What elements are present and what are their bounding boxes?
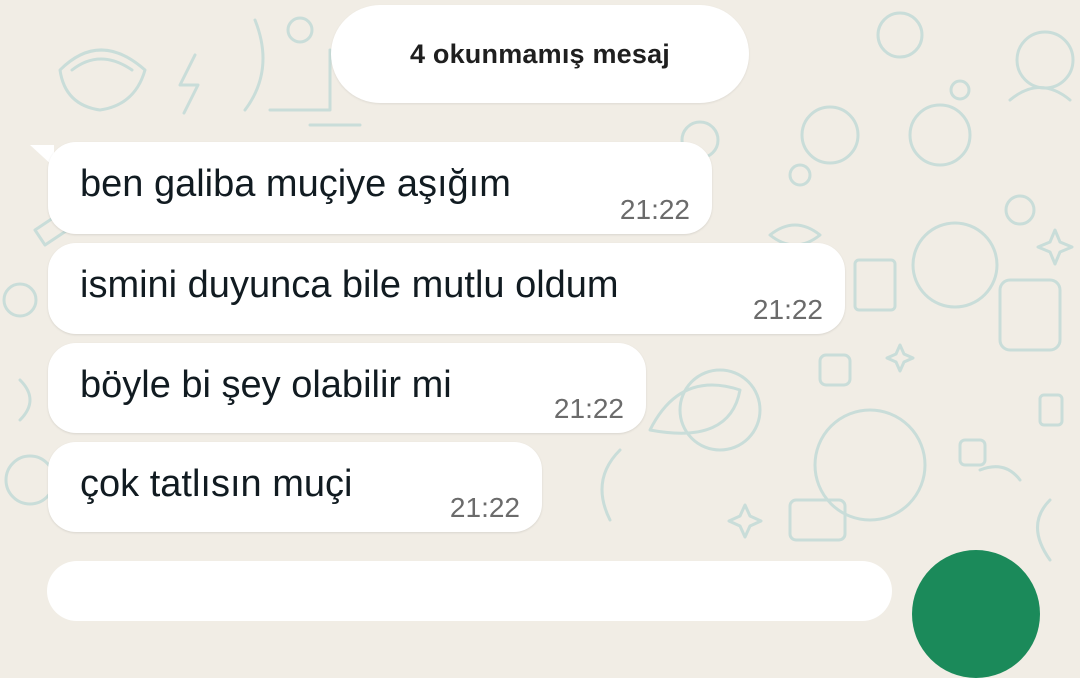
message-bubble[interactable]: ismini duyunca bile mutlu oldum 21:22	[48, 243, 845, 334]
message-bubble[interactable]: böyle bi şey olabilir mi 21:22	[48, 343, 646, 433]
message-text: ismini duyunca bile mutlu oldum	[80, 264, 619, 306]
message-text: ben galiba muçiye aşığım	[80, 163, 511, 205]
message-time: 21:22	[752, 294, 823, 325]
message-time: 21:22	[553, 393, 624, 424]
message-input-bar[interactable]	[47, 561, 892, 621]
unread-messages-label: 4 okunmamış mesaj	[409, 38, 671, 69]
message-bubble[interactable]: çok tatlısın muçi 21:22	[48, 442, 542, 532]
message-text: böyle bi şey olabilir mi	[80, 364, 452, 406]
message-time: 21:22	[619, 194, 690, 225]
message-bubble[interactable]: ben galiba muçiye aşığım 21:22	[48, 142, 712, 234]
message-text: çok tatlısın muçi	[80, 463, 353, 505]
message-time: 21:22	[449, 492, 520, 523]
send-button[interactable]	[912, 550, 1040, 678]
unread-messages-banner: 4 okunmamış mesaj	[331, 5, 749, 103]
